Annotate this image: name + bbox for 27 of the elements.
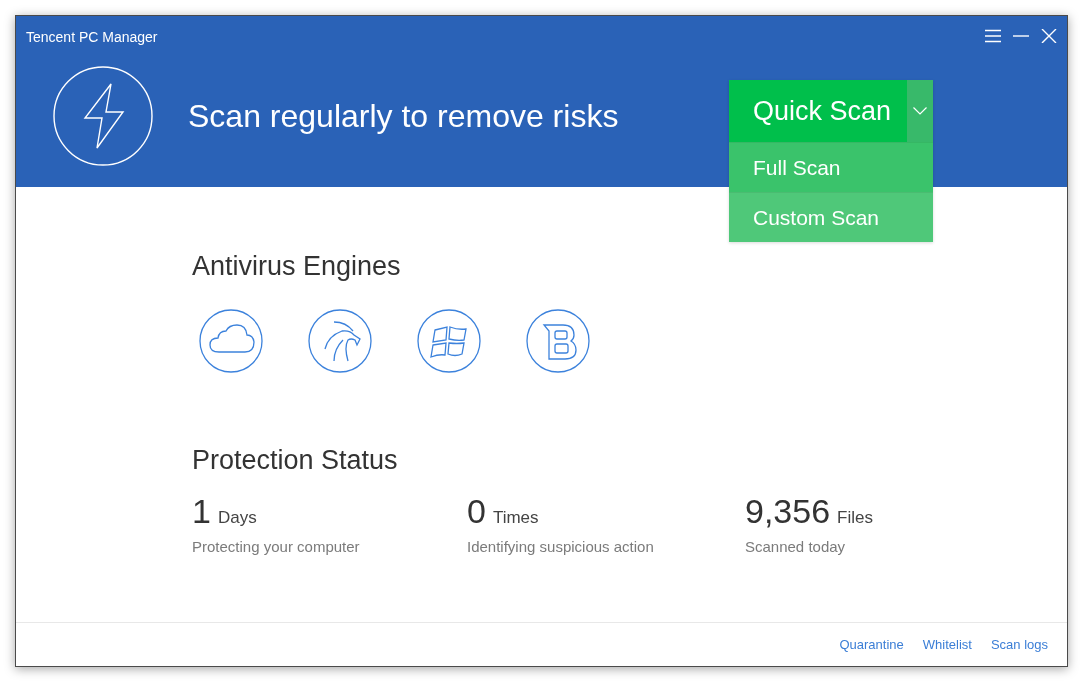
- window-title: Tencent PC Manager: [26, 29, 158, 45]
- lightning-bolt-icon: [53, 66, 153, 166]
- quick-scan-button[interactable]: Quick Scan: [729, 80, 907, 142]
- menu-item[interactable]: Full Scan: [729, 142, 933, 192]
- stat-caption: Identifying suspicious action: [467, 537, 654, 557]
- headline: Scan regularly to remove risks: [188, 97, 619, 135]
- menu-icon[interactable]: [985, 29, 1001, 43]
- b-logo-icon: [526, 309, 590, 373]
- stat-unit: Times: [492, 508, 539, 528]
- footer-link[interactable]: Scan logs: [990, 637, 1048, 652]
- chevron-down-icon: [913, 107, 927, 115]
- menu-item[interactable]: Custom Scan: [729, 192, 933, 242]
- eagle-icon: [308, 309, 372, 373]
- section-title: Antivirus Engines: [192, 250, 401, 283]
- footer-link[interactable]: Whitelist: [922, 637, 972, 652]
- stat-unit: Files: [837, 508, 873, 528]
- stat-caption: Scanned today: [745, 537, 846, 557]
- stat-value: 0: [467, 492, 486, 531]
- cloud-icon: [199, 309, 263, 373]
- stat-caption: Protecting your computer: [192, 537, 360, 557]
- stat-unit: Days: [217, 508, 257, 528]
- stat-value: 9,356: [745, 492, 831, 531]
- section-title: Protection Status: [192, 444, 398, 477]
- windows-logo-icon: [417, 309, 481, 373]
- footer-link[interactable]: Quarantine: [839, 637, 904, 652]
- stat-value: 1: [192, 492, 211, 531]
- close-icon[interactable]: [1041, 29, 1057, 43]
